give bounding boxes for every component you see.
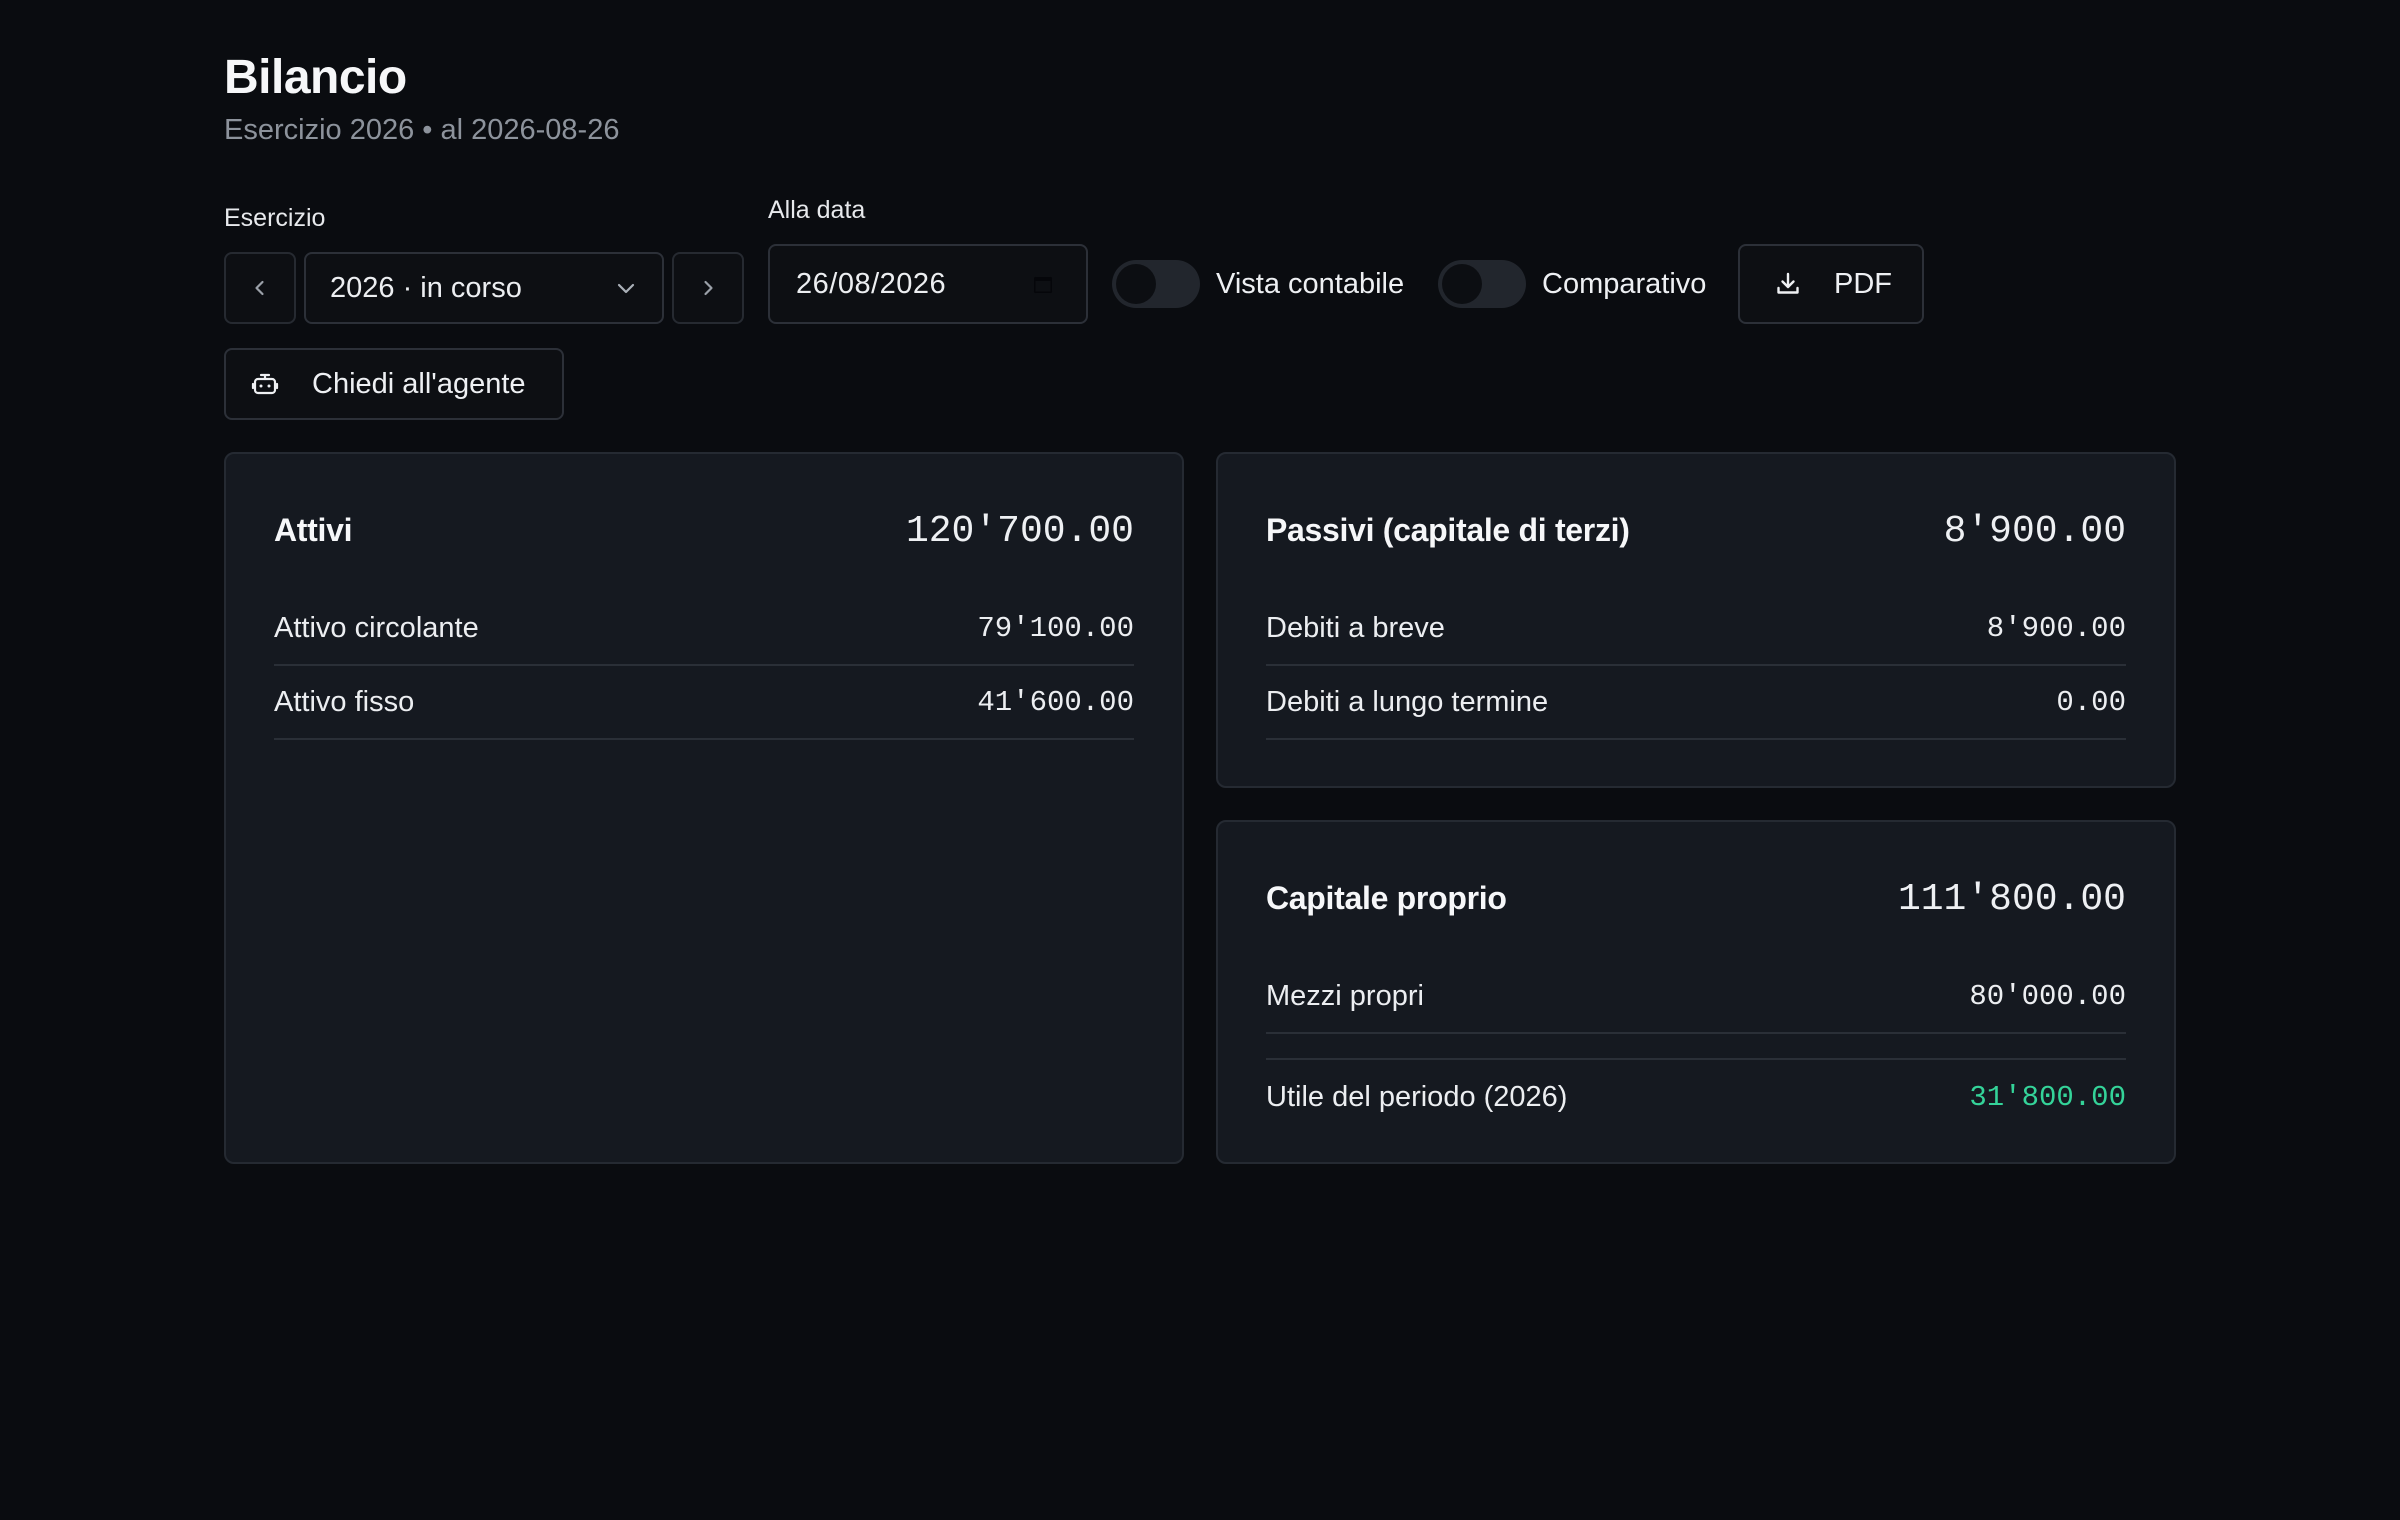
equity-card: Capitale proprio 111'800.00 Mezzi propri…	[1216, 820, 2176, 1164]
accounting-view-label: Vista contabile	[1216, 268, 1405, 300]
row-label: Attivo circolante	[274, 611, 479, 644]
liabilities-total: 8'900.00	[1943, 510, 2126, 553]
assets-row: Attivo circolante 79'100.00	[274, 592, 1134, 666]
row-label: Mezzi propri	[1266, 979, 1424, 1012]
toggle-knob	[1116, 264, 1156, 304]
year-select[interactable]: 2026 · in corso	[304, 252, 664, 324]
assets-total: 120'700.00	[905, 510, 1134, 553]
comparative-label: Comparativo	[1542, 268, 1707, 300]
equity-title: Capitale proprio	[1266, 880, 1507, 916]
equity-row: Mezzi propri 80'000.00	[1266, 960, 2126, 1034]
row-label: Debiti a lungo termine	[1266, 685, 1549, 718]
date-input-value: 26/08/2026	[796, 267, 947, 300]
accounting-view-toggle[interactable]	[1112, 260, 1200, 308]
calendar-icon[interactable]	[1032, 273, 1054, 295]
pdf-button-label: PDF	[1834, 267, 1892, 300]
toggle-knob	[1442, 264, 1482, 304]
period-profit-value: 31'800.00	[1969, 1080, 2126, 1114]
equity-card-header: Capitale proprio 111'800.00	[1266, 878, 2126, 921]
chevron-right-icon	[704, 280, 713, 296]
chevron-left-icon	[255, 280, 264, 296]
assets-card-header: Attivi 120'700.00	[274, 510, 1134, 553]
year-select-value: 2026 · in corso	[330, 271, 522, 304]
date-input[interactable]: 26/08/2026	[768, 244, 1088, 324]
robot-icon	[251, 373, 279, 395]
date-label: Alla data	[768, 196, 866, 224]
row-value: 41'600.00	[977, 685, 1134, 719]
row-label: Debiti a breve	[1266, 611, 1445, 644]
prev-year-button[interactable]	[224, 252, 296, 324]
assets-title: Attivi	[274, 512, 353, 548]
download-icon	[1777, 272, 1799, 294]
liabilities-row: Debiti a breve 8'900.00	[1266, 592, 2126, 666]
assets-row: Attivo fisso 41'600.00	[274, 666, 1134, 740]
pdf-download-button[interactable]: PDF	[1738, 244, 1924, 324]
liabilities-row: Debiti a lungo termine 0.00	[1266, 666, 2126, 740]
page-title: Bilancio	[224, 51, 407, 104]
row-label: Utile del periodo (2026)	[1266, 1080, 1568, 1113]
chevron-down-icon	[617, 283, 635, 294]
liabilities-card-header: Passivi (capitale di terzi) 8'900.00	[1266, 510, 2126, 553]
ask-agent-label: Chiedi all'agente	[312, 367, 526, 400]
year-label: Esercizio	[224, 204, 326, 232]
comparative-toggle[interactable]	[1438, 260, 1526, 308]
period-profit-row: Utile del periodo (2026) 31'800.00	[1266, 1060, 2126, 1134]
row-value: 0.00	[2056, 685, 2126, 719]
next-year-button[interactable]	[672, 252, 744, 324]
row-value: 8'900.00	[1986, 611, 2126, 645]
row-value: 79'100.00	[977, 611, 1134, 645]
ask-agent-button[interactable]: Chiedi all'agente	[224, 348, 564, 420]
assets-card: Attivi 120'700.00 Attivo circolante 79'1…	[224, 452, 1184, 1164]
page-subtitle: Esercizio 2026 • al 2026-08-26	[224, 114, 620, 146]
liabilities-title: Passivi (capitale di terzi)	[1266, 512, 1630, 548]
row-value: 80'000.00	[1969, 979, 2126, 1013]
liabilities-card: Passivi (capitale di terzi) 8'900.00 Deb…	[1216, 452, 2176, 788]
row-label: Attivo fisso	[274, 685, 415, 718]
equity-total: 111'800.00	[1897, 878, 2126, 921]
